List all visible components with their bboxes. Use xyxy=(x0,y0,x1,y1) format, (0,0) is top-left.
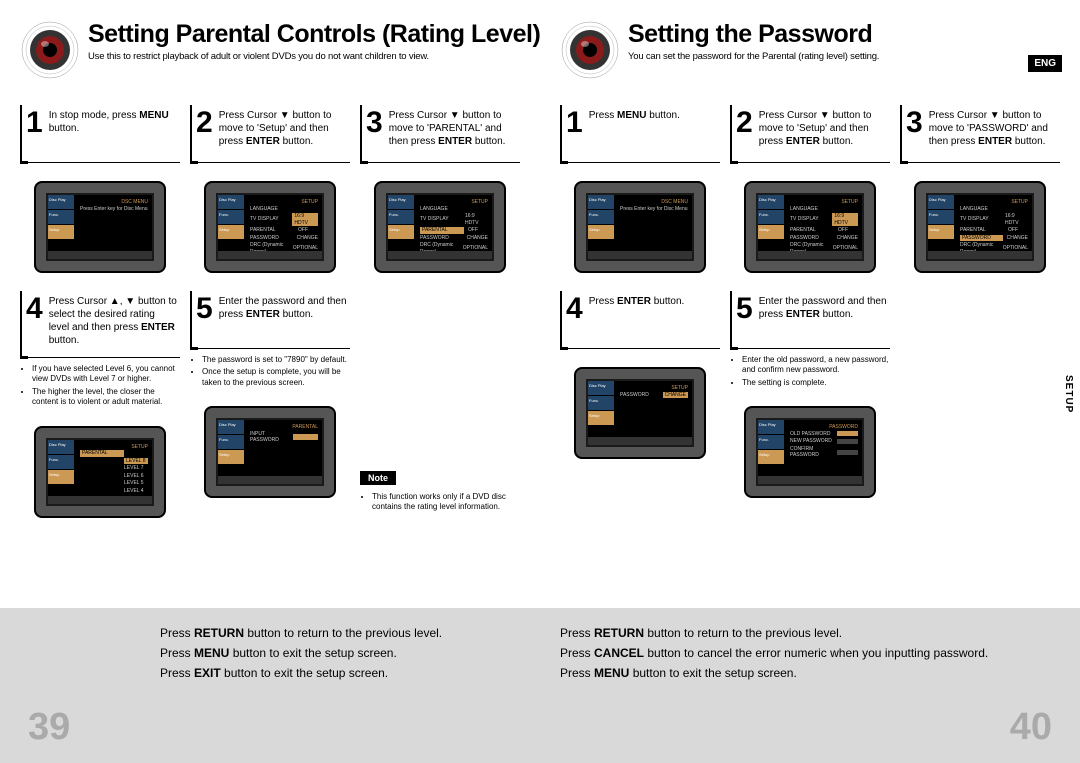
page-left: Setting Parental Controls (Rating Level)… xyxy=(0,0,540,763)
steps-row-bottom: 4 Press ENTER button. Disc PlayFunc.Setu… xyxy=(560,291,1060,498)
setup-tab: SETUP xyxy=(1063,375,1074,413)
step-1: 1 Press MENU button. DSC MENU Disc PlayFu… xyxy=(560,105,720,273)
empty-column xyxy=(900,291,1060,498)
page-number: 39 xyxy=(28,706,70,749)
step-number: 4 xyxy=(566,295,583,338)
footer-line: Press CANCEL button to cancel the error … xyxy=(560,646,1000,660)
page-right: ENG SETUP Setting the Password You can s… xyxy=(540,0,1080,763)
step-number: 3 xyxy=(906,109,923,152)
step-5: 5 Enter the password and then press ENTE… xyxy=(190,291,350,518)
footer-band-left: 39 Press RETURN button to return to the … xyxy=(0,608,540,763)
step-text: In stop mode, press MENU button. xyxy=(49,109,178,152)
speaker-icon xyxy=(560,20,620,80)
page-title: Setting Parental Controls (Rating Level) xyxy=(88,20,540,49)
step-number: 5 xyxy=(196,295,213,338)
tv-screenshot: Disc PlayFunc.Setup SETUPLANGUAGETV DISP… xyxy=(374,181,506,273)
footer-line: Press EXIT button to exit the setup scre… xyxy=(160,666,520,680)
step-text: Press Cursor ▼ button to move to 'Setup'… xyxy=(759,109,888,152)
tv-screenshot: DSC MENU Disc PlayFunc.Setup Press Enter… xyxy=(34,181,166,273)
step-3: 3 Press Cursor ▼ button to move to 'PARE… xyxy=(360,105,520,273)
step-3: 3 Press Cursor ▼ button to move to 'PASS… xyxy=(900,105,1060,273)
steps-row-top: 1 Press MENU button. DSC MENU Disc PlayFu… xyxy=(560,105,1060,273)
page-title: Setting the Password xyxy=(628,20,1060,49)
page-subtitle: Use this to restrict playback of adult o… xyxy=(88,51,540,62)
footer-band-right: 40 Press RETURN button to return to the … xyxy=(540,608,1080,763)
step-text: Press Cursor ▼ button to move to 'Setup'… xyxy=(219,109,348,152)
step-text: Press Cursor ▼ button to move to 'PASSWO… xyxy=(929,109,1058,152)
step-1: 1 In stop mode, press MENU button. DSC ME… xyxy=(20,105,180,273)
step-number: 2 xyxy=(736,109,753,152)
step-notes: If you have selected Level 6, you cannot… xyxy=(20,358,180,408)
header-left: Setting Parental Controls (Rating Level)… xyxy=(20,20,520,80)
step-text: Press Cursor ▼ button to move to 'PARENT… xyxy=(389,109,518,152)
step-text: Press Cursor ▲, ▼ button to select the d… xyxy=(49,295,178,347)
step-notes: Enter the old password, a new password, … xyxy=(730,349,890,388)
tv-screenshot: DSC MENU Disc PlayFunc.Setup Press Enter… xyxy=(574,181,706,273)
footer-line: Press RETURN button to return to the pre… xyxy=(560,626,1000,640)
footer-line: Press MENU button to exit the setup scre… xyxy=(560,666,1000,680)
tv-screenshot: Disc PlayFunc.Setup SETUP PASSWORDCHANGE xyxy=(574,367,706,459)
page-subtitle: You can set the password for the Parenta… xyxy=(628,51,1060,62)
step-text: Press MENU button. xyxy=(589,109,680,152)
step-2: 2 Press Cursor ▼ button to move to 'Setu… xyxy=(190,105,350,273)
step-4: 4 Press Cursor ▲, ▼ button to select the… xyxy=(20,291,180,518)
note-label: Note xyxy=(360,471,396,485)
step-number: 1 xyxy=(566,109,583,152)
step-number: 4 xyxy=(26,295,43,347)
step-number: 3 xyxy=(366,109,383,152)
steps-row-bottom: 4 Press Cursor ▲, ▼ button to select the… xyxy=(20,291,520,518)
step-4: 4 Press ENTER button. Disc PlayFunc.Setu… xyxy=(560,291,720,498)
tv-screenshot: Disc PlayFunc.Setup PASSWORDOLD PASSWORD… xyxy=(744,406,876,498)
footer-line: Press MENU button to exit the setup scre… xyxy=(160,646,520,660)
tv-screenshot: Disc PlayFunc.Setup SETUPLANGUAGETV DISP… xyxy=(914,181,1046,273)
step-text: Press ENTER button. xyxy=(589,295,685,338)
step-text: Enter the password and then press ENTER … xyxy=(759,295,888,338)
speaker-icon xyxy=(20,20,80,80)
tv-screenshot: Disc PlayFunc.Setup SETUPLANGUAGETV DISP… xyxy=(204,181,336,273)
tv-screenshot: Disc PlayFunc.Setup PARENTAL INPUT PASSW… xyxy=(204,406,336,498)
step-5: 5 Enter the password and then press ENTE… xyxy=(730,291,890,498)
step-notes: The password is set to "7890" by default… xyxy=(190,349,350,388)
tv-screenshot: Disc PlayFunc.Setup SETUPPARENTALLEVEL 8… xyxy=(34,426,166,518)
step-2: 2 Press Cursor ▼ button to move to 'Setu… xyxy=(730,105,890,273)
note-bullets: This function works only if a DVD disc c… xyxy=(360,486,520,513)
step-number: 1 xyxy=(26,109,43,152)
tv-screenshot: Disc PlayFunc.Setup SETUPLANGUAGETV DISP… xyxy=(744,181,876,273)
step-text: Enter the password and then press ENTER … xyxy=(219,295,348,338)
step-number: 5 xyxy=(736,295,753,338)
page-number: 40 xyxy=(1010,706,1052,749)
language-badge: ENG xyxy=(1028,55,1062,72)
step-number: 2 xyxy=(196,109,213,152)
header-right: Setting the Password You can set the pas… xyxy=(560,20,1060,80)
footer-line: Press RETURN button to return to the pre… xyxy=(160,626,520,640)
steps-row-top: 1 In stop mode, press MENU button. DSC ME… xyxy=(20,105,520,273)
note-column: Note This function works only if a DVD d… xyxy=(360,291,520,518)
